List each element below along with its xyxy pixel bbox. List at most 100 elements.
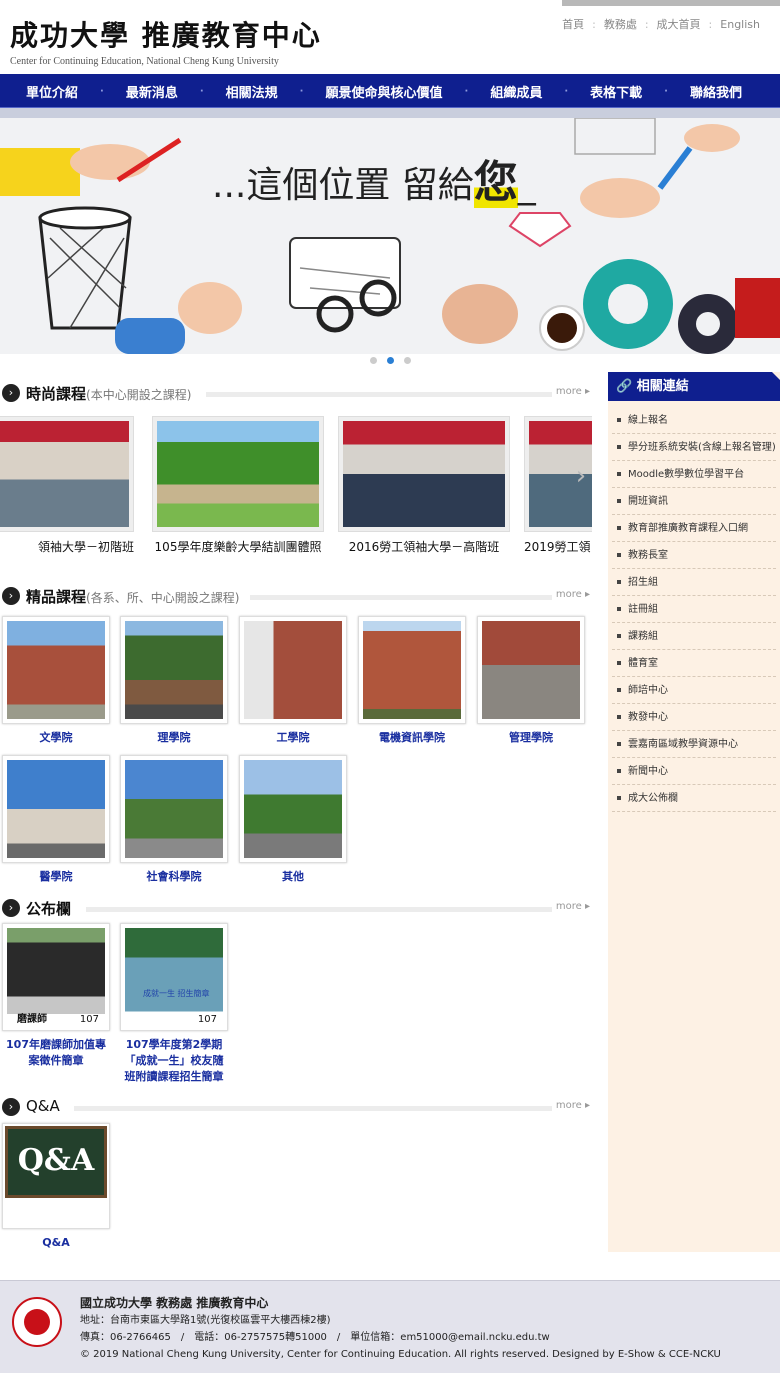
bulletin-num: 107 (197, 1014, 217, 1025)
nav-separator: · (564, 85, 569, 97)
sidebar-link[interactable]: 教務長室 (612, 542, 776, 569)
bulletin-card[interactable]: 成就一生 招生簡章 107 107學年度第2學期「成就一生」校友隨班附讀課程招生… (120, 923, 228, 1085)
section-divider (74, 1106, 552, 1111)
bulletin-num: 107 (79, 1014, 99, 1025)
carousel-next-icon[interactable]: › (574, 461, 588, 491)
more-link[interactable]: more ▸ (556, 901, 590, 912)
header: 成功大學 推廣教育中心 Center for Continuing Educat… (0, 0, 780, 74)
sidebar-link[interactable]: 課務組 (612, 623, 776, 650)
section-header-fashion: › 時尚課程(本中心開設之課程) more ▸ (2, 383, 592, 405)
chevron-right-icon: › (2, 587, 20, 605)
bulletin-card[interactable]: 磨課師 107 107年磨課師加值專案徵件簡章 (2, 923, 110, 1069)
sidebar-link[interactable]: 新聞中心 (612, 758, 776, 785)
more-link[interactable]: more ▸ (556, 1100, 590, 1111)
nav-item-news[interactable]: 最新消息 (126, 82, 178, 101)
sidebar-link[interactable]: 體育室 (612, 650, 776, 677)
sidebar-link[interactable]: 教育部推廣教育課程入口網 (612, 515, 776, 542)
section-header-qa: › Q&A more ▸ (2, 1097, 592, 1119)
banner-pagination (370, 357, 411, 364)
section-divider (206, 392, 552, 397)
footer-org: 國立成功大學 教務處 推廣教育中心 (80, 1296, 269, 1310)
college-card[interactable]: 管理學院 (477, 616, 585, 746)
section-header-premium: › 精品課程(各系、所、中心開設之課程) more ▸ (2, 586, 592, 608)
qa-card[interactable]: Q&A Q&A (2, 1123, 110, 1251)
footer-address: 地址：台南市東區大學路1號(光復校區雲平大樓西棟2樓) (80, 1315, 331, 1326)
qa-board: Q&A (5, 1126, 107, 1198)
nav-separator: · (464, 85, 469, 97)
more-link[interactable]: more ▸ (556, 589, 590, 600)
carousel-card[interactable]: 2016勞工領袖大學－高階班 (338, 416, 510, 555)
bulletin-tag: 磨課師 (17, 1014, 47, 1025)
ncku-seal-logo (12, 1297, 62, 1347)
link-academic[interactable]: 教務處 (604, 18, 637, 31)
related-links-sidebar: 🔗 相關連結 線上報名 學分班系統安裝(含線上報名管理) Moodle數學數位學… (608, 372, 780, 1252)
site-footer: 國立成功大學 教務處 推廣教育中心 地址：台南市東區大學路1號(光復校區雲平大樓… (0, 1280, 780, 1373)
banner-text-prefix: ...這個位置 留給 (212, 165, 474, 206)
logo-english: Center for Continuing Education, Nationa… (10, 56, 279, 67)
nav-separator: · (299, 85, 304, 97)
sidebar-link[interactable]: 學分班系統安裝(含線上報名管理) (612, 434, 776, 461)
sidebar-link[interactable]: 師培中心 (612, 677, 776, 704)
nav-separator: · (100, 85, 104, 97)
section-divider (86, 907, 552, 912)
sidebar-link[interactable]: 招生組 (612, 569, 776, 596)
main-nav: 單位介紹 · 最新消息 · 相關法規 · 願景使命與核心價值 · 組織成員 · … (0, 74, 780, 108)
site-logo[interactable]: 成功大學 推廣教育中心 Center for Continuing Educat… (10, 14, 322, 67)
section-title: 時尚課程(本中心開設之課程) (26, 385, 192, 403)
top-grey-bar (562, 0, 780, 6)
banner-dot-3[interactable] (404, 357, 411, 364)
section-title: Q&A (26, 1097, 60, 1115)
college-card[interactable]: 電機資訊學院 (358, 616, 466, 746)
link-icon: 🔗 (616, 379, 637, 394)
link-home[interactable]: 首頁 (562, 18, 584, 31)
banner-headline: ...這個位置 留給您_ (212, 146, 536, 210)
chevron-right-icon: › (2, 899, 20, 917)
carousel-card[interactable]: 105學年度樂齡大學結訓團體照 (152, 416, 324, 555)
nav-item-forms[interactable]: 表格下載 (590, 82, 642, 101)
nav-item-members[interactable]: 組織成員 (490, 82, 542, 101)
chevron-right-icon: › (2, 1098, 20, 1116)
sidebar-link[interactable]: 開班資訊 (612, 488, 776, 515)
sidebar-link[interactable]: Moodle數學數位學習平台 (612, 461, 776, 488)
footer-contact: 傳真：06-2766465 / 電話：06-2757575轉51000 / 單位… (80, 1332, 550, 1343)
section-title: 精品課程(各系、所、中心開設之課程) (26, 588, 240, 606)
link-ncku[interactable]: 成大首頁 (657, 18, 701, 31)
banner-dot-2[interactable] (387, 357, 394, 364)
nav-separator: · (199, 85, 204, 97)
course-carousel: ‹ 領袖大學－初階班 105學年度樂齡大學結訓團體照 2016勞工領袖大學－高階… (0, 416, 592, 561)
more-link[interactable]: more ▸ (556, 386, 590, 397)
section-divider (250, 595, 552, 600)
banner-text-emphasis: 您 (473, 157, 518, 208)
college-card[interactable]: 其他 (239, 755, 347, 885)
footer-info: 國立成功大學 教務處 推廣教育中心 地址：台南市東區大學路1號(光復校區雲平大樓… (80, 1295, 721, 1363)
chevron-right-icon: › (2, 384, 20, 402)
college-card[interactable]: 社會科學院 (120, 755, 228, 885)
footer-copyright: © 2019 National Cheng Kung University, C… (80, 1349, 721, 1360)
banner-dot-1[interactable] (370, 357, 377, 364)
college-card[interactable]: 理學院 (120, 616, 228, 746)
nav-item-regulations[interactable]: 相關法規 (226, 82, 278, 101)
nav-item-about[interactable]: 單位介紹 (26, 82, 78, 101)
bulletin-tag: 成就一生 招生簡章 (143, 989, 210, 998)
sidebar-link[interactable]: 註冊組 (612, 596, 776, 623)
sidebar-link[interactable]: 教發中心 (612, 704, 776, 731)
carousel-card[interactable]: 領袖大學－初階班 (0, 416, 134, 555)
sidebar-link[interactable]: 成大公佈欄 (612, 785, 776, 812)
sidebar-link[interactable]: 雲嘉南區域教學資源中心 (612, 731, 776, 758)
college-card[interactable]: 文學院 (2, 616, 110, 746)
top-links: 首頁: 教務處: 成大首頁: English (562, 18, 760, 31)
nav-subbar (0, 108, 780, 118)
college-card[interactable]: 醫學院 (2, 755, 110, 885)
college-card[interactable]: 工學院 (239, 616, 347, 746)
sidebar-header: 🔗 相關連結 (608, 372, 780, 401)
banner-text-suffix: _ (517, 165, 536, 206)
link-english[interactable]: English (720, 18, 760, 31)
hero-banner[interactable]: ...這個位置 留給您_ (0, 118, 780, 354)
section-header-bulletin: › 公布欄 more ▸ (2, 898, 592, 920)
nav-separator: · (664, 85, 668, 97)
section-title: 公布欄 (26, 900, 72, 918)
logo-chinese: 成功大學 推廣教育中心 (10, 19, 322, 52)
nav-item-vision[interactable]: 願景使命與核心價值 (325, 82, 442, 101)
sidebar-link[interactable]: 線上報名 (612, 407, 776, 434)
nav-item-contact[interactable]: 聯絡我們 (690, 82, 742, 101)
